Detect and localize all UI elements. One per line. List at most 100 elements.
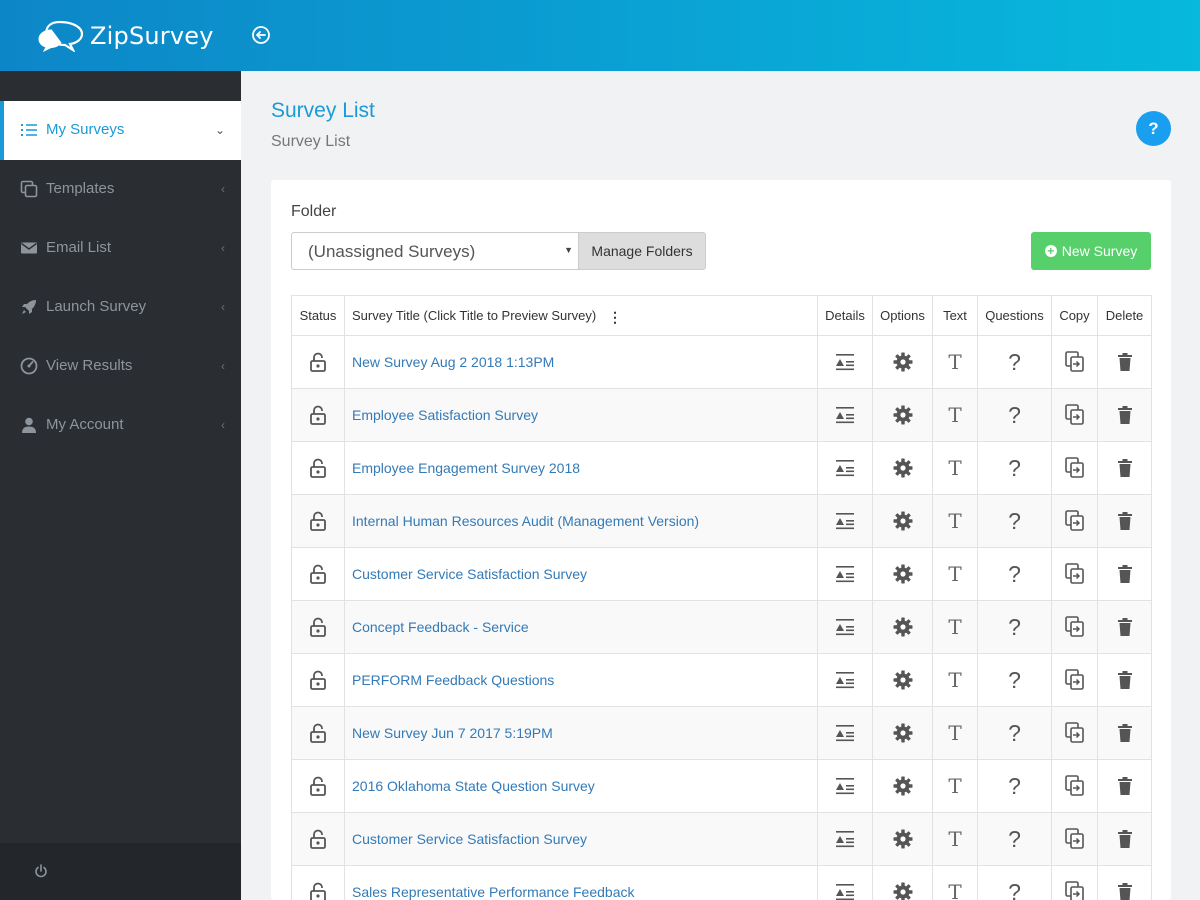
question-icon[interactable]: ? bbox=[1008, 349, 1021, 375]
details-icon[interactable] bbox=[835, 353, 855, 371]
copy-icon[interactable] bbox=[1064, 881, 1085, 900]
details-icon[interactable] bbox=[835, 830, 855, 848]
unlocked-icon[interactable] bbox=[309, 776, 327, 796]
gear-icon[interactable] bbox=[893, 511, 913, 531]
trash-icon[interactable] bbox=[1117, 670, 1133, 690]
question-icon[interactable]: ? bbox=[1008, 614, 1021, 640]
unlocked-icon[interactable] bbox=[309, 564, 327, 584]
trash-icon[interactable] bbox=[1117, 352, 1133, 372]
unlocked-icon[interactable] bbox=[309, 723, 327, 743]
survey-title-link[interactable]: New Survey Jun 7 2017 5:19PM bbox=[352, 725, 553, 741]
question-icon[interactable]: ? bbox=[1008, 561, 1021, 587]
unlocked-icon[interactable] bbox=[309, 405, 327, 425]
sidebar-item-email-list[interactable]: Email List ‹ bbox=[0, 219, 241, 278]
copy-icon[interactable] bbox=[1064, 457, 1085, 479]
gear-icon[interactable] bbox=[893, 776, 913, 796]
survey-title-link[interactable]: Customer Service Satisfaction Survey bbox=[352, 831, 587, 847]
details-icon[interactable] bbox=[835, 565, 855, 583]
survey-title-link[interactable]: Customer Service Satisfaction Survey bbox=[352, 566, 587, 582]
trash-icon[interactable] bbox=[1117, 564, 1133, 584]
zipsurvey-logo[interactable]: ZipSurvey bbox=[38, 20, 214, 52]
copy-icon[interactable] bbox=[1064, 351, 1085, 373]
gear-icon[interactable] bbox=[893, 670, 913, 690]
column-menu-icon[interactable]: ⋮ bbox=[608, 309, 622, 326]
unlocked-icon[interactable] bbox=[309, 352, 327, 372]
survey-title-link[interactable]: Sales Representative Performance Feedbac… bbox=[352, 884, 634, 900]
text-icon[interactable]: T bbox=[948, 668, 961, 692]
sidebar-item-view-results[interactable]: View Results ‹ bbox=[0, 337, 241, 396]
text-icon[interactable]: T bbox=[948, 827, 961, 851]
copy-icon[interactable] bbox=[1064, 563, 1085, 585]
copy-icon[interactable] bbox=[1064, 775, 1085, 797]
copy-icon[interactable] bbox=[1064, 722, 1085, 744]
survey-title-link[interactable]: Employee Engagement Survey 2018 bbox=[352, 460, 580, 476]
unlocked-icon[interactable] bbox=[309, 511, 327, 531]
text-icon[interactable]: T bbox=[948, 774, 961, 798]
collapse-sidebar-icon[interactable] bbox=[251, 25, 271, 45]
text-icon[interactable]: T bbox=[948, 615, 961, 639]
question-icon[interactable]: ? bbox=[1008, 720, 1021, 746]
question-icon[interactable]: ? bbox=[1008, 667, 1021, 693]
survey-title-link[interactable]: PERFORM Feedback Questions bbox=[352, 672, 554, 688]
sidebar-item-my-surveys[interactable]: My Surveys ⌄ bbox=[0, 101, 241, 160]
trash-icon[interactable] bbox=[1117, 458, 1133, 478]
unlocked-icon[interactable] bbox=[309, 882, 327, 900]
unlocked-icon[interactable] bbox=[309, 670, 327, 690]
folder-select[interactable]: (Unassigned Surveys) ▼ bbox=[291, 232, 579, 270]
trash-icon[interactable] bbox=[1117, 723, 1133, 743]
sidebar-item-templates[interactable]: Templates ‹ bbox=[0, 160, 241, 219]
text-icon[interactable]: T bbox=[948, 509, 961, 533]
gear-icon[interactable] bbox=[893, 564, 913, 584]
survey-title-link[interactable]: New Survey Aug 2 2018 1:13PM bbox=[352, 354, 554, 370]
survey-title-link[interactable]: Employee Satisfaction Survey bbox=[352, 407, 538, 423]
survey-title-link[interactable]: 2016 Oklahoma State Question Survey bbox=[352, 778, 595, 794]
text-icon[interactable]: T bbox=[948, 456, 961, 480]
gear-icon[interactable] bbox=[893, 617, 913, 637]
power-icon[interactable] bbox=[33, 863, 49, 879]
trash-icon[interactable] bbox=[1117, 511, 1133, 531]
question-icon[interactable]: ? bbox=[1008, 402, 1021, 428]
survey-title-link[interactable]: Internal Human Resources Audit (Manageme… bbox=[352, 513, 699, 529]
unlocked-icon[interactable] bbox=[309, 829, 327, 849]
question-icon[interactable]: ? bbox=[1008, 508, 1021, 534]
text-icon[interactable]: T bbox=[948, 350, 961, 374]
text-icon[interactable]: T bbox=[948, 403, 961, 427]
question-icon[interactable]: ? bbox=[1008, 455, 1021, 481]
trash-icon[interactable] bbox=[1117, 776, 1133, 796]
unlocked-icon[interactable] bbox=[309, 458, 327, 478]
help-button[interactable]: ? bbox=[1136, 111, 1171, 146]
new-survey-button[interactable]: + New Survey bbox=[1031, 232, 1151, 270]
text-icon[interactable]: T bbox=[948, 562, 961, 586]
trash-icon[interactable] bbox=[1117, 405, 1133, 425]
question-icon[interactable]: ? bbox=[1008, 773, 1021, 799]
gear-icon[interactable] bbox=[893, 352, 913, 372]
text-icon[interactable]: T bbox=[948, 721, 961, 745]
gear-icon[interactable] bbox=[893, 882, 913, 900]
text-icon[interactable]: T bbox=[948, 880, 961, 900]
sidebar-item-my-account[interactable]: My Account ‹ bbox=[0, 396, 241, 455]
copy-icon[interactable] bbox=[1064, 828, 1085, 850]
details-icon[interactable] bbox=[835, 671, 855, 689]
details-icon[interactable] bbox=[835, 724, 855, 742]
details-icon[interactable] bbox=[835, 512, 855, 530]
copy-icon[interactable] bbox=[1064, 510, 1085, 532]
details-icon[interactable] bbox=[835, 618, 855, 636]
gear-icon[interactable] bbox=[893, 458, 913, 478]
details-icon[interactable] bbox=[835, 406, 855, 424]
gear-icon[interactable] bbox=[893, 723, 913, 743]
unlocked-icon[interactable] bbox=[309, 617, 327, 637]
trash-icon[interactable] bbox=[1117, 829, 1133, 849]
copy-icon[interactable] bbox=[1064, 404, 1085, 426]
details-icon[interactable] bbox=[835, 459, 855, 477]
copy-icon[interactable] bbox=[1064, 616, 1085, 638]
details-icon[interactable] bbox=[835, 777, 855, 795]
gear-icon[interactable] bbox=[893, 405, 913, 425]
question-icon[interactable]: ? bbox=[1008, 826, 1021, 852]
sidebar-item-launch-survey[interactable]: Launch Survey ‹ bbox=[0, 278, 241, 337]
trash-icon[interactable] bbox=[1117, 617, 1133, 637]
gear-icon[interactable] bbox=[893, 829, 913, 849]
copy-icon[interactable] bbox=[1064, 669, 1085, 691]
question-icon[interactable]: ? bbox=[1008, 879, 1021, 900]
trash-icon[interactable] bbox=[1117, 882, 1133, 900]
manage-folders-button[interactable]: Manage Folders bbox=[578, 232, 706, 270]
